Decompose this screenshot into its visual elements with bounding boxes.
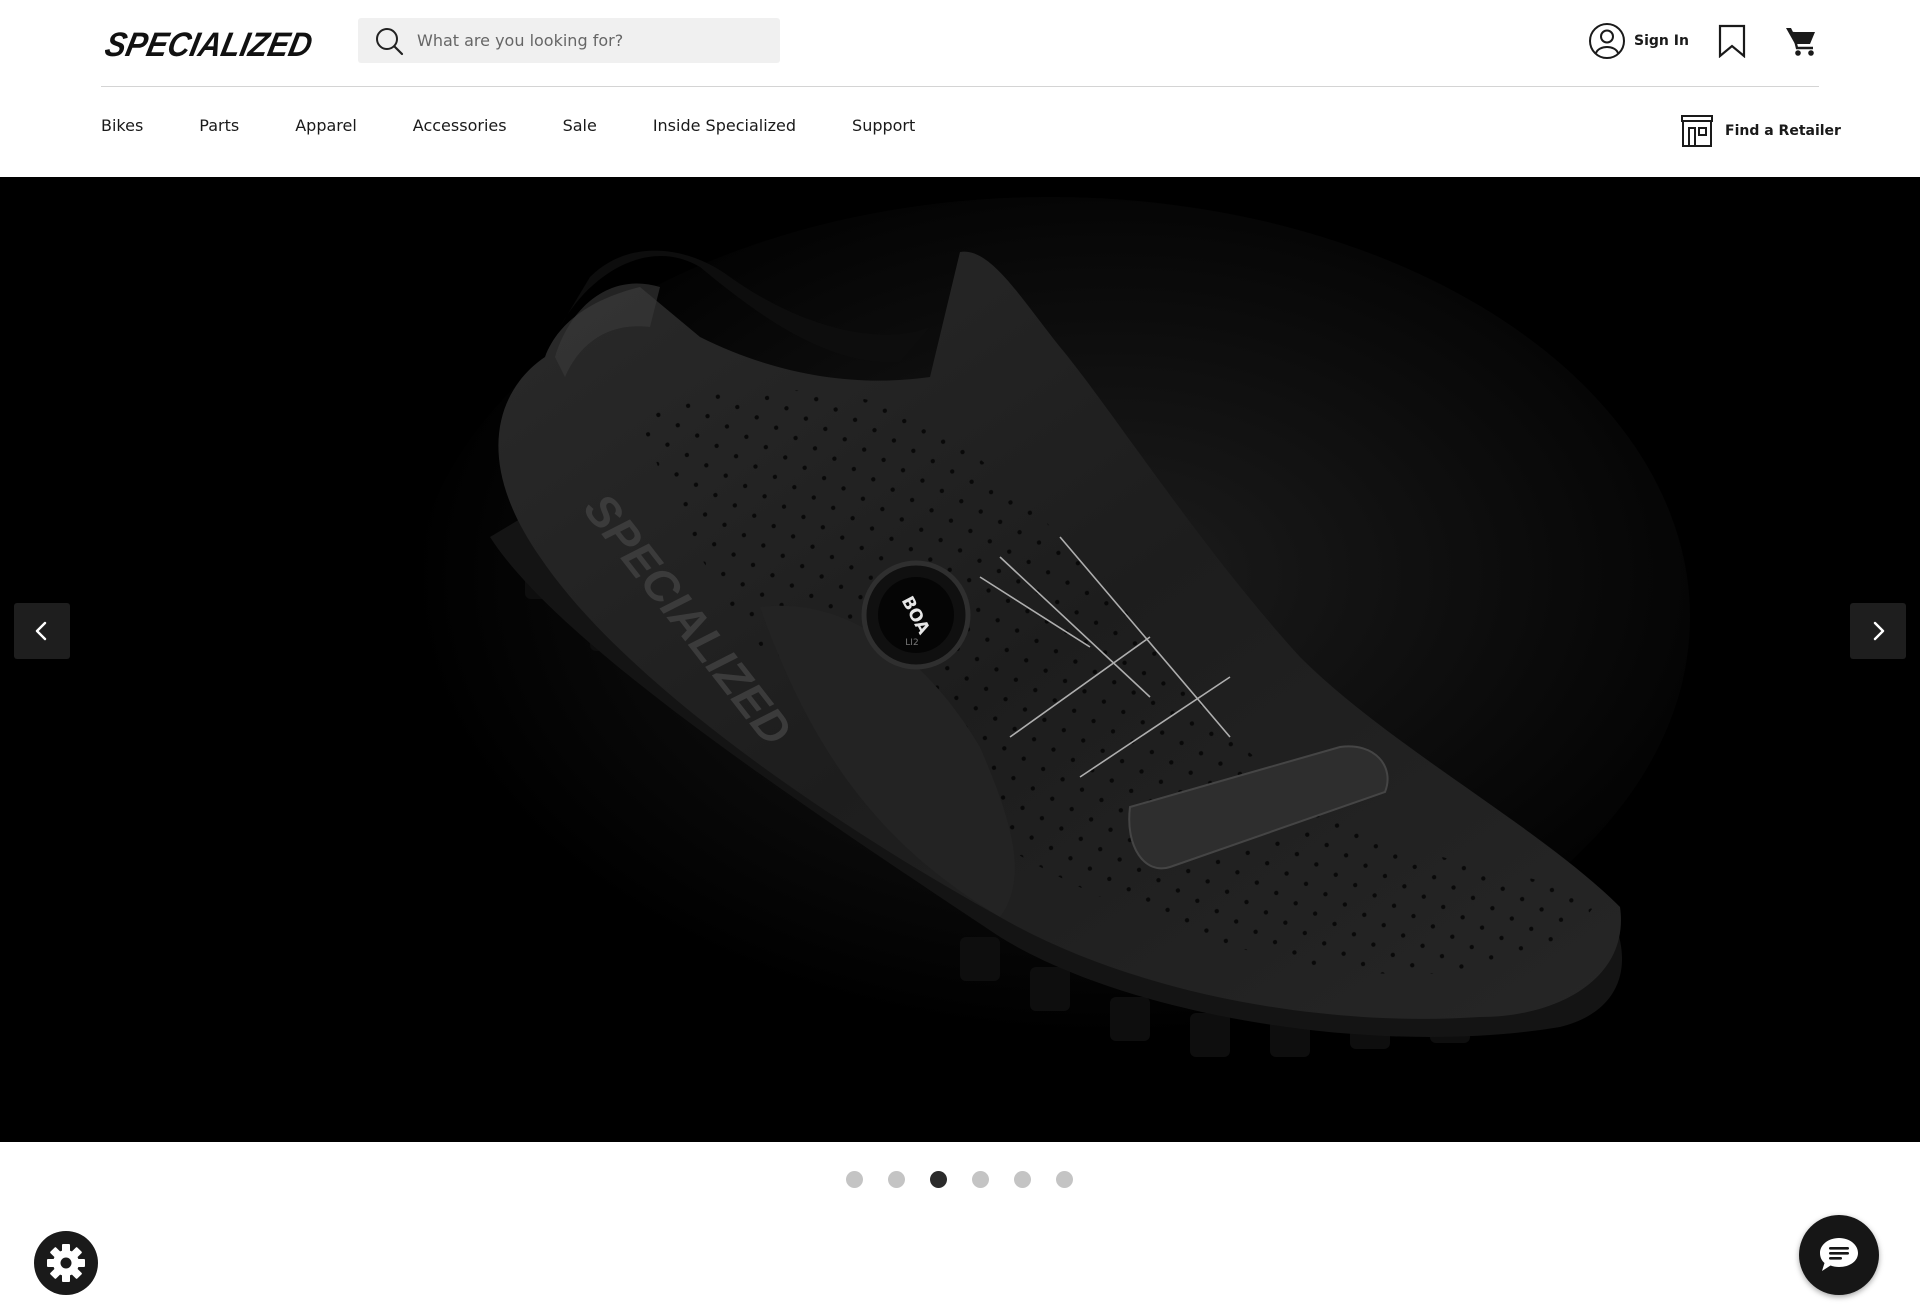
cart-icon[interactable] bbox=[1784, 24, 1818, 58]
search-bar[interactable] bbox=[358, 18, 780, 63]
carousel-dot-2[interactable] bbox=[888, 1171, 905, 1188]
nav-item-apparel[interactable]: Apparel bbox=[295, 116, 357, 135]
main-nav: Bikes Parts Apparel Accessories Sale Ins… bbox=[101, 116, 971, 135]
cookie-settings-button[interactable] bbox=[34, 1231, 98, 1295]
carousel-pagination bbox=[846, 1171, 1098, 1188]
carousel-prev-button[interactable] bbox=[14, 603, 70, 659]
bookmark-icon[interactable] bbox=[1717, 24, 1747, 58]
header-divider bbox=[101, 86, 1819, 87]
carousel-dot-4[interactable] bbox=[972, 1171, 989, 1188]
chat-button[interactable] bbox=[1799, 1215, 1879, 1295]
hero-shoe-image: BOA LI2 SPECIALIZED bbox=[0, 177, 1920, 1142]
find-retailer-link[interactable]: Find a Retailer bbox=[1680, 114, 1841, 148]
carousel-dot-1[interactable] bbox=[846, 1171, 863, 1188]
search-icon[interactable] bbox=[374, 26, 404, 56]
sign-in-link[interactable]: Sign In bbox=[1588, 22, 1689, 60]
carousel-next-button[interactable] bbox=[1850, 603, 1906, 659]
nav-item-parts[interactable]: Parts bbox=[199, 116, 239, 135]
nav-item-support[interactable]: Support bbox=[852, 116, 915, 135]
nav-item-accessories[interactable]: Accessories bbox=[413, 116, 507, 135]
nav-item-sale[interactable]: Sale bbox=[563, 116, 597, 135]
hero-carousel: BOA LI2 SPECIALIZED bbox=[0, 177, 1920, 1142]
user-icon bbox=[1589, 23, 1625, 59]
carousel-dot-5[interactable] bbox=[1014, 1171, 1031, 1188]
specialized-logo[interactable]: SPECIALIZED bbox=[101, 20, 316, 64]
carousel-dot-6[interactable] bbox=[1056, 1171, 1073, 1188]
site-header: SPECIALIZED Sign In Bikes Parts Apparel … bbox=[0, 0, 1920, 176]
gear-icon bbox=[47, 1244, 85, 1282]
nav-item-bikes[interactable]: Bikes bbox=[101, 116, 143, 135]
chat-icon bbox=[1820, 1238, 1858, 1271]
dial-subtext: LI2 bbox=[905, 638, 918, 648]
find-retailer-label: Find a Retailer bbox=[1725, 123, 1841, 139]
carousel-dot-3[interactable] bbox=[930, 1171, 947, 1188]
chevron-right-icon bbox=[1873, 621, 1885, 641]
store-icon bbox=[1681, 115, 1713, 147]
sign-in-label: Sign In bbox=[1634, 33, 1689, 49]
logo-text: SPECIALIZED bbox=[102, 26, 313, 64]
chevron-left-icon bbox=[35, 621, 47, 641]
nav-item-inside-specialized[interactable]: Inside Specialized bbox=[653, 116, 796, 135]
search-input[interactable] bbox=[417, 31, 757, 50]
